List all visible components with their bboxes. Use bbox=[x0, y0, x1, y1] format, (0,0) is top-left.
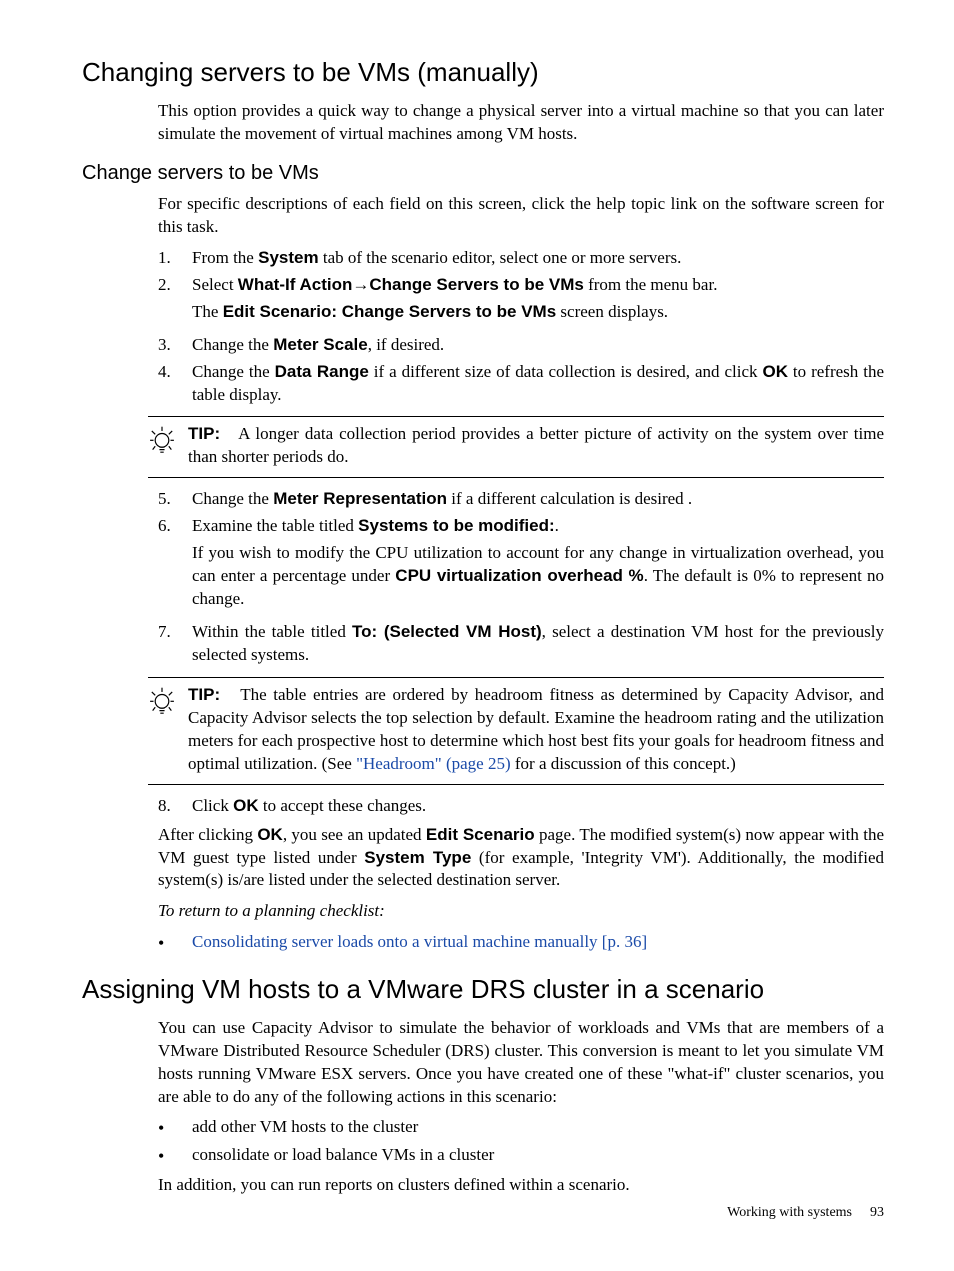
step-number: 3. bbox=[158, 334, 192, 357]
after-paragraph: After clicking OK, you see an updated Ed… bbox=[158, 824, 884, 893]
tip-block: TIP: A longer data collection period pro… bbox=[148, 416, 884, 478]
bullet-text: add other VM hosts to the cluster bbox=[192, 1116, 418, 1140]
steps-list-c: 8. Click OK to accept these changes. bbox=[158, 795, 884, 818]
step-number: 5. bbox=[158, 488, 192, 511]
step-number: 1. bbox=[158, 247, 192, 270]
bullet-text: consolidate or load balance VMs in a clu… bbox=[192, 1144, 494, 1168]
step-number: 2. bbox=[158, 274, 192, 330]
step-number: 7. bbox=[158, 621, 192, 667]
heading-assigning-vm-hosts: Assigning VM hosts to a VMware DRS clust… bbox=[82, 972, 884, 1007]
step-text: Change the Meter Representation if a dif… bbox=[192, 488, 884, 511]
steps-list-b: 5. Change the Meter Representation if a … bbox=[158, 488, 884, 667]
footer-text: Working with systems bbox=[727, 1205, 852, 1220]
section2-bullets: add other VM hosts to the cluster consol… bbox=[158, 1116, 884, 1168]
step-number: 4. bbox=[158, 361, 192, 407]
lightbulb-icon bbox=[148, 684, 178, 776]
step-number: 8. bbox=[158, 795, 192, 818]
consolidating-link[interactable]: Consolidating server loads onto a virtua… bbox=[192, 931, 647, 955]
lightbulb-icon bbox=[148, 423, 178, 469]
intro-paragraph: This option provides a quick way to chan… bbox=[158, 100, 884, 146]
section2-intro: You can use Capacity Advisor to simulate… bbox=[158, 1017, 884, 1109]
page-footer: Working with systems 93 bbox=[727, 1204, 884, 1223]
steps-list-a: 1. From the System tab of the scenario e… bbox=[158, 247, 884, 407]
return-list: Consolidating server loads onto a virtua… bbox=[158, 931, 884, 955]
page-number: 93 bbox=[870, 1205, 884, 1220]
headroom-link[interactable]: "Headroom" (page 25) bbox=[356, 754, 511, 773]
heading-changing-servers: Changing servers to be VMs (manually) bbox=[82, 55, 884, 90]
step-text: Examine the table titled Systems to be m… bbox=[192, 515, 884, 617]
step-text: Change the Meter Scale, if desired. bbox=[192, 334, 884, 357]
sub-intro-paragraph: For specific descriptions of each field … bbox=[158, 193, 884, 239]
subheading-change-servers: Change servers to be VMs bbox=[82, 160, 884, 187]
tip-text: A longer data collection period provides… bbox=[188, 424, 884, 466]
return-note: To return to a planning checklist: bbox=[158, 900, 884, 923]
step-text: Change the Data Range if a different siz… bbox=[192, 361, 884, 407]
step-number: 6. bbox=[158, 515, 192, 617]
step-text: Within the table titled To: (Selected VM… bbox=[192, 621, 884, 667]
step-text: Select What-If Action→Change Servers to … bbox=[192, 274, 884, 330]
step-text: From the System tab of the scenario edit… bbox=[192, 247, 884, 270]
tip-label: TIP: bbox=[188, 424, 220, 443]
tip-block: TIP: The table entries are ordered by he… bbox=[148, 677, 884, 785]
tip-label: TIP: bbox=[188, 685, 220, 704]
section2-outro: In addition, you can run reports on clus… bbox=[158, 1174, 884, 1197]
step-text: Click OK to accept these changes. bbox=[192, 795, 884, 818]
